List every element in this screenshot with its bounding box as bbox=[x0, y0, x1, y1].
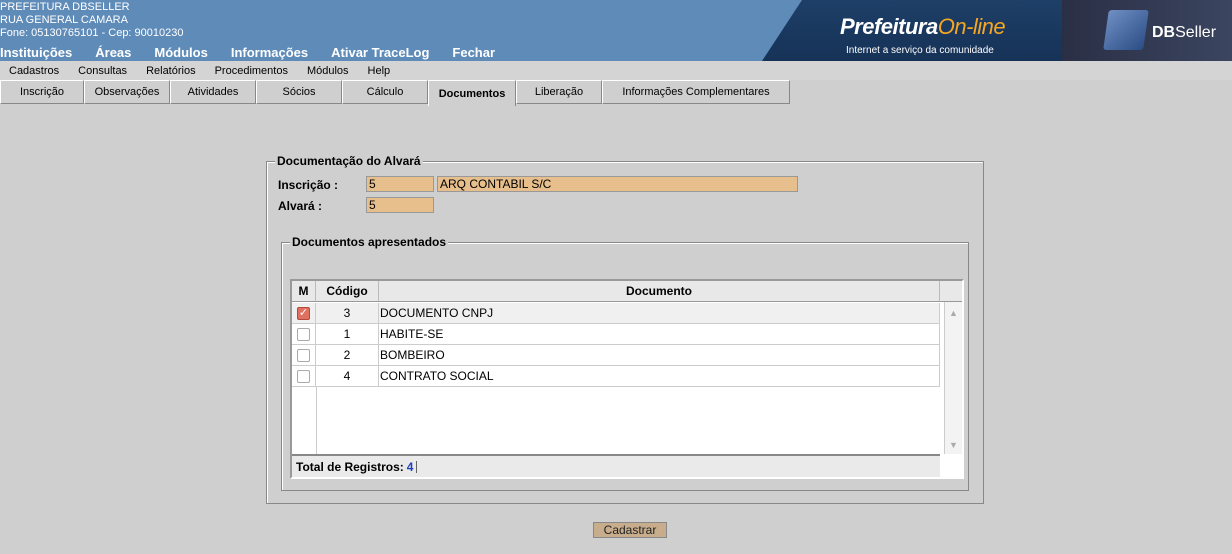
menu-areas[interactable]: Áreas bbox=[95, 45, 131, 60]
brand-online: On-line bbox=[937, 14, 1006, 39]
table-row[interactable]: ✓ 3 DOCUMENTO CNPJ bbox=[292, 303, 940, 324]
total-label: Total de Registros: bbox=[296, 459, 404, 474]
row-codigo: 4 bbox=[316, 366, 379, 386]
grid-scrollbar[interactable]: ▲ ▼ bbox=[944, 302, 962, 454]
submenu-consultas[interactable]: Consultas bbox=[78, 65, 127, 77]
col-header-spacer bbox=[940, 281, 962, 301]
tab-documentos[interactable]: Documentos bbox=[428, 80, 516, 106]
row-codigo: 2 bbox=[316, 345, 379, 365]
dbseller-logo: DBSeller bbox=[1062, 0, 1232, 61]
tab-inscricao[interactable]: Inscrição bbox=[0, 80, 84, 104]
brand-tagline: Internet a serviço da comunidade bbox=[846, 45, 994, 56]
row-documento: DOCUMENTO CNPJ bbox=[379, 303, 940, 323]
grid-footer: Total de Registros: 4 bbox=[292, 454, 940, 477]
submenu-relatorios[interactable]: Relatórios bbox=[146, 65, 196, 77]
dbseller-cube-icon bbox=[1103, 10, 1149, 50]
row-checkbox[interactable] bbox=[297, 348, 310, 362]
inscricao-field[interactable]: 5 bbox=[366, 176, 434, 192]
tab-observacoes[interactable]: Observações bbox=[84, 80, 170, 104]
brand-main: Prefeitura bbox=[840, 14, 938, 39]
dbseller-rest: Seller bbox=[1175, 24, 1217, 41]
row-documento: HABITE-SE bbox=[379, 324, 940, 344]
inscricao-name-field[interactable]: ARQ CONTABIL S/C bbox=[437, 176, 798, 192]
tab-atividades[interactable]: Atividades bbox=[170, 80, 256, 104]
row-checkbox[interactable] bbox=[297, 327, 310, 341]
prefeitura-contact: Fone: 05130765101 - Cep: 90010230 bbox=[0, 27, 184, 39]
submenu-cadastros[interactable]: Cadastros bbox=[9, 65, 59, 77]
row-codigo: 3 bbox=[316, 303, 379, 323]
sub-menu: Cadastros Consultas Relatórios Procedime… bbox=[0, 61, 1232, 80]
row-checkbox[interactable] bbox=[297, 369, 310, 383]
alvara-label: Alvará : bbox=[278, 199, 323, 213]
alvara-legend: Documentação do Alvará bbox=[275, 154, 423, 168]
row-documento: CONTRATO SOCIAL bbox=[379, 366, 940, 386]
prefeitura-info: PREFEITURA DBSELLER RUA GENERAL CAMARA F… bbox=[0, 1, 184, 40]
scroll-down-icon[interactable]: ▼ bbox=[949, 440, 958, 450]
tab-socios[interactable]: Sócios bbox=[256, 80, 342, 104]
documentos-legend: Documentos apresentados bbox=[290, 235, 449, 249]
submenu-modulos[interactable]: Módulos bbox=[307, 65, 349, 77]
prefeitura-name: PREFEITURA DBSELLER bbox=[0, 1, 130, 13]
menu-ativar-tracelog[interactable]: Ativar TraceLog bbox=[331, 45, 429, 60]
prefeitura-online-logo: PrefeituraOn-line Internet a serviço da … bbox=[762, 0, 1062, 61]
submenu-procedimentos[interactable]: Procedimentos bbox=[215, 65, 288, 77]
total-count: 4 bbox=[406, 459, 414, 474]
cadastrar-button[interactable]: Cadastrar bbox=[593, 522, 667, 538]
table-row[interactable]: 1 HABITE-SE bbox=[292, 324, 940, 345]
scroll-up-icon[interactable]: ▲ bbox=[949, 308, 958, 318]
prefeitura-address: RUA GENERAL CAMARA bbox=[0, 14, 128, 26]
dbseller-bold: DB bbox=[1152, 24, 1176, 41]
col-header-codigo[interactable]: Código bbox=[316, 281, 379, 301]
col-header-documento[interactable]: Documento bbox=[379, 281, 940, 301]
menu-instituicoes[interactable]: Instituições bbox=[0, 45, 72, 60]
main-menu: Instituições Áreas Módulos Informações A… bbox=[0, 45, 518, 60]
tab-bar: Inscrição Observações Atividades Sócios … bbox=[0, 80, 790, 106]
row-codigo: 1 bbox=[316, 324, 379, 344]
alvara-field[interactable]: 5 bbox=[366, 197, 434, 213]
column-divider bbox=[316, 387, 317, 454]
grid-header: M Código Documento bbox=[292, 281, 962, 302]
row-checkbox[interactable]: ✓ bbox=[297, 306, 310, 320]
tab-calculo[interactable]: Cálculo bbox=[342, 80, 428, 104]
menu-fechar[interactable]: Fechar bbox=[452, 45, 495, 60]
tab-liberacao[interactable]: Liberação bbox=[516, 80, 602, 104]
tab-informacoes-complementares[interactable]: Informações Complementares bbox=[602, 80, 790, 104]
menu-informacoes[interactable]: Informações bbox=[231, 45, 308, 60]
inscricao-label: Inscrição : bbox=[278, 178, 339, 192]
app-header: PREFEITURA DBSELLER RUA GENERAL CAMARA F… bbox=[0, 0, 1232, 61]
documentos-grid: M Código Documento ✓ 3 DOCUMENTO CNPJ 1 … bbox=[290, 279, 964, 479]
col-header-m[interactable]: M bbox=[292, 281, 316, 301]
table-row[interactable]: 4 CONTRATO SOCIAL bbox=[292, 366, 940, 387]
row-documento: BOMBEIRO bbox=[379, 345, 940, 365]
submenu-help[interactable]: Help bbox=[368, 65, 391, 77]
table-row[interactable]: 2 BOMBEIRO bbox=[292, 345, 940, 366]
menu-modulos[interactable]: Módulos bbox=[154, 45, 207, 60]
